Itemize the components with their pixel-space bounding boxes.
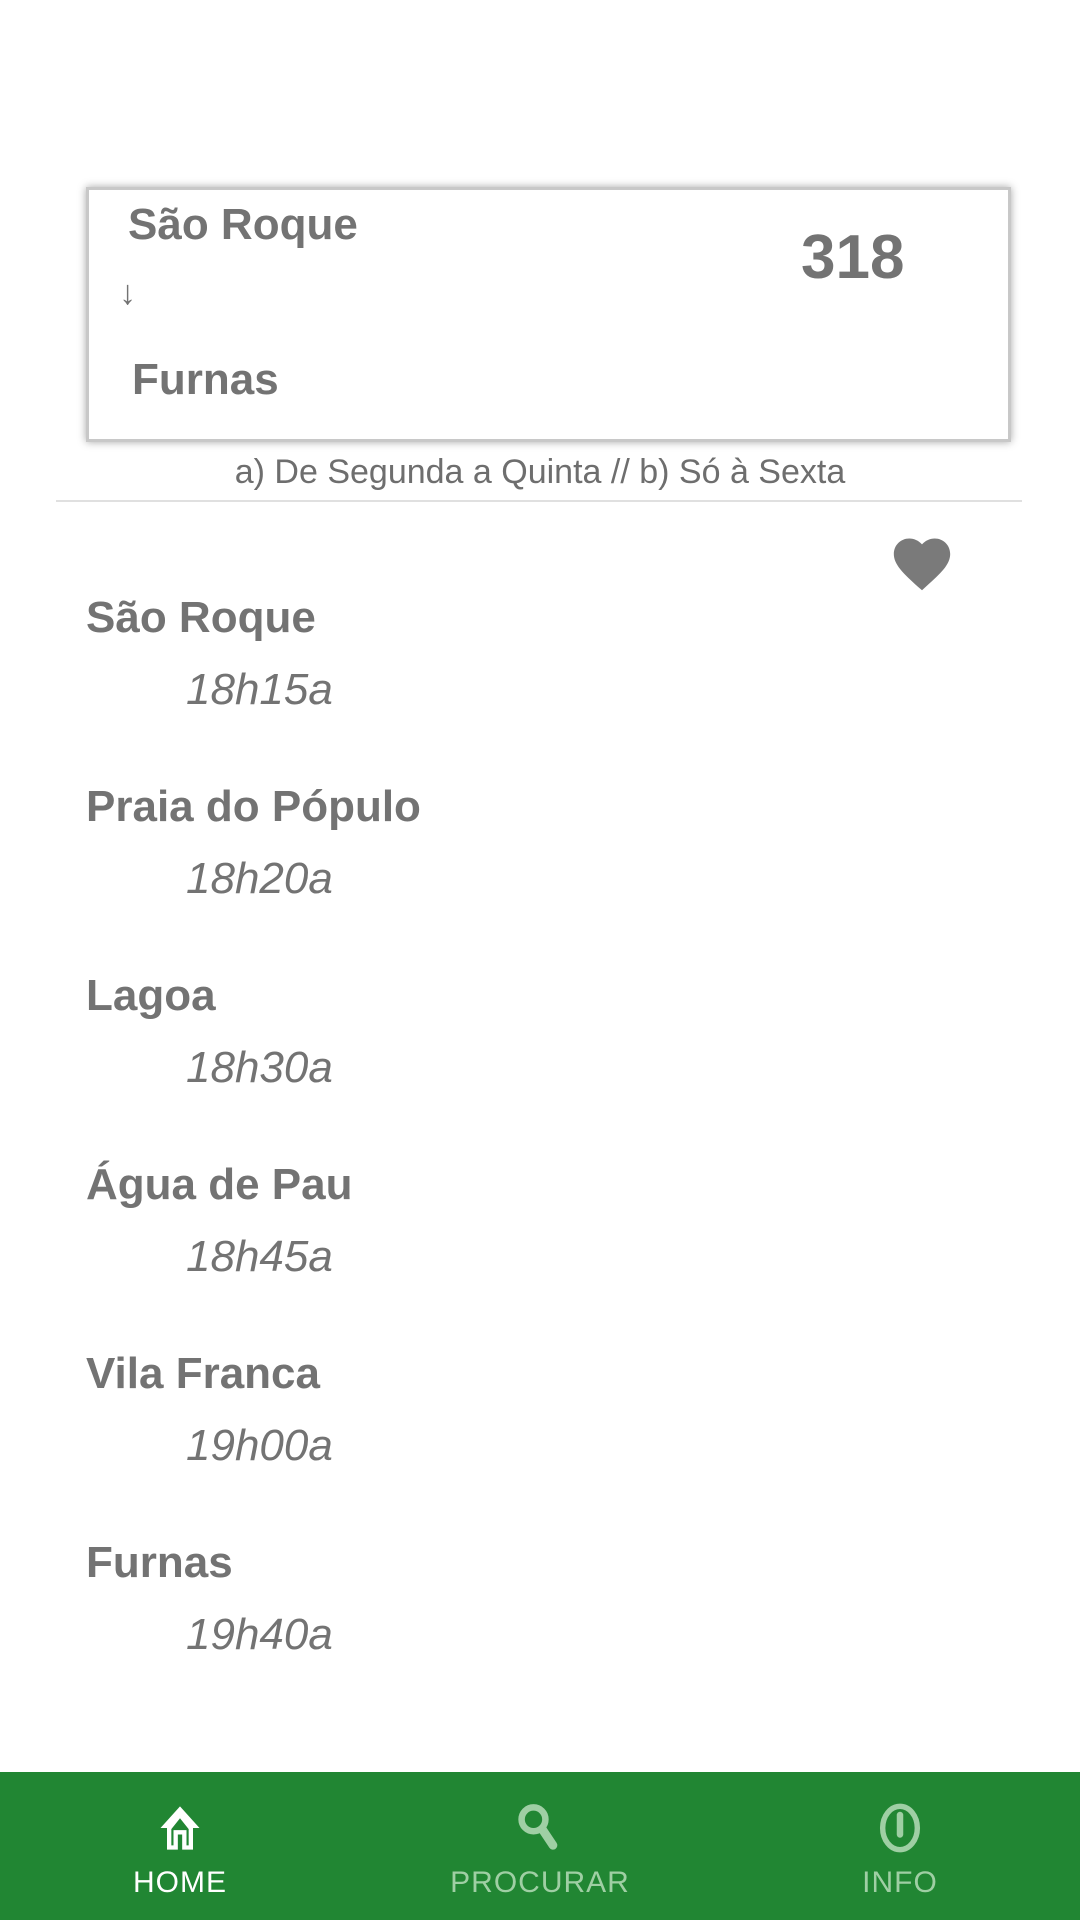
route-destination: Furnas bbox=[132, 355, 279, 404]
stop-name: Lagoa bbox=[86, 971, 216, 1020]
stop-name: Praia do Pópulo bbox=[86, 782, 421, 831]
nav-home[interactable]: HOME bbox=[0, 1772, 360, 1920]
route-card[interactable]: São Roque ↓ Furnas 318 bbox=[86, 187, 1011, 442]
list-item: Praia do Pópulo 18h20a bbox=[86, 765, 421, 909]
search-icon bbox=[518, 1804, 558, 1850]
stop-time: 18h20a bbox=[186, 854, 333, 903]
list-item: Lagoa 18h30a bbox=[86, 954, 333, 1098]
home-icon bbox=[160, 1806, 200, 1850]
heart-icon[interactable] bbox=[888, 530, 956, 592]
stop-time: 18h45a bbox=[186, 1232, 333, 1281]
stop-time: 18h15a bbox=[186, 665, 333, 714]
schedule-caption: a) De Segunda a Quinta // b) Só à Sexta bbox=[234, 453, 846, 491]
nav-info-label: INFO bbox=[862, 1866, 938, 1899]
list-item: Vila Franca 19h00a bbox=[86, 1332, 333, 1476]
arrow-down-icon: ↓ bbox=[119, 274, 136, 312]
route-origin: São Roque bbox=[128, 200, 358, 249]
stop-time: 19h40a bbox=[186, 1610, 333, 1659]
stop-time: 18h30a bbox=[186, 1043, 333, 1092]
stop-time: 19h00a bbox=[186, 1421, 333, 1470]
nav-procurar-label: PROCURAR bbox=[450, 1866, 630, 1899]
route-number: 318 bbox=[801, 223, 905, 292]
stop-name: Furnas bbox=[86, 1538, 233, 1587]
list-item: Furnas 19h40a bbox=[86, 1521, 333, 1665]
stop-name: Vila Franca bbox=[86, 1349, 320, 1398]
bottom-navigation: HOME PROCURAR INFO bbox=[0, 1772, 1080, 1920]
stop-name: Água de Pau bbox=[86, 1160, 353, 1209]
nav-procurar[interactable]: PROCURAR bbox=[360, 1772, 720, 1920]
nav-home-label: HOME bbox=[133, 1866, 227, 1899]
info-icon bbox=[879, 1803, 921, 1853]
stop-name: São Roque bbox=[86, 593, 316, 642]
list-item: Água de Pau 18h45a bbox=[86, 1143, 353, 1287]
list-item: São Roque 18h15a bbox=[86, 576, 333, 720]
divider bbox=[56, 500, 1022, 502]
nav-info[interactable]: INFO bbox=[720, 1772, 1080, 1920]
